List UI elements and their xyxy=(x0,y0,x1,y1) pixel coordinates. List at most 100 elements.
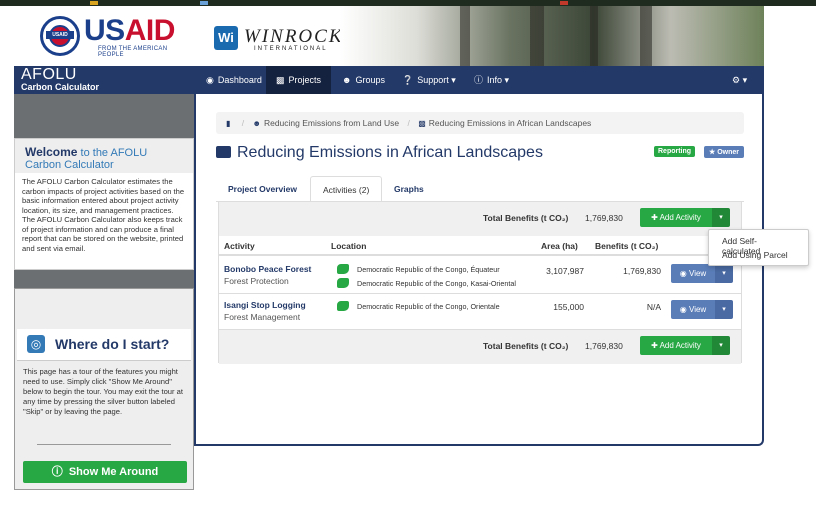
view-button[interactable]: ◉ View xyxy=(671,300,715,319)
table-header: Activity Location Area (ha) Benefits (t … xyxy=(219,236,741,256)
nav-label: Projects xyxy=(288,75,322,85)
strip-icon xyxy=(90,1,98,5)
dashboard-icon: ◉ xyxy=(206,75,214,85)
breadcrumb-program[interactable]: Reducing Emissions from Land Use xyxy=(264,118,399,128)
briefcase-icon: ▩ xyxy=(418,119,426,128)
total-row-top: Total Benefits (t CO₂) 1,769,830 ✚ Add A… xyxy=(219,202,741,236)
caret-down-icon: ▾ xyxy=(742,75,748,85)
location-text: Democratic Republic of the Congo, Kasai-… xyxy=(357,279,516,288)
users-icon: ☻ xyxy=(252,119,261,128)
nav-label: Groups xyxy=(355,75,385,85)
welcome-heading: Welcome to the AFOLU Carbon Calculator xyxy=(15,139,193,173)
winrock-name: WINROCK xyxy=(244,26,344,47)
tab-project-overview[interactable]: Project Overview xyxy=(216,176,309,202)
view-dropdown-toggle[interactable]: ▾ xyxy=(715,300,733,319)
forest-banner-image xyxy=(340,6,764,66)
view-label: View xyxy=(689,269,707,278)
activity-name-link[interactable]: Isangi Stop Logging xyxy=(224,300,306,310)
area-value: 3,107,987 xyxy=(546,266,584,276)
menu-item-add-self-calculated[interactable]: Add Self-calculated xyxy=(709,234,808,256)
tour-panel: ◎ Where do I start? This page has a tour… xyxy=(14,288,194,490)
add-activity-label: Add Activity xyxy=(659,341,701,350)
usaid-tagline: FROM THE AMERICAN PEOPLE xyxy=(98,46,168,58)
add-activity-dropdown-toggle[interactable]: ▾ xyxy=(712,208,730,227)
project-tabs: Project Overview Activities (2) Graphs xyxy=(216,176,744,202)
main-panel: ▮ / ☻ Reducing Emissions from Land Use / … xyxy=(194,94,764,446)
total-label: Total Benefits (t CO₂) xyxy=(483,341,569,351)
view-button[interactable]: ◉ View xyxy=(671,264,715,283)
welcome-bold: Welcome xyxy=(25,145,78,159)
app-title: AFOLU xyxy=(21,66,77,83)
header-benefits: Benefits (t CO₂) xyxy=(595,241,659,251)
table-row: Isangi Stop Logging Forest Management De… xyxy=(219,294,741,330)
app-subtitle: Carbon Calculator xyxy=(21,82,100,92)
lifebuoy-icon: ◎ xyxy=(27,335,45,353)
divider xyxy=(37,444,171,445)
strip-icon xyxy=(200,1,208,5)
activity-type: Forest Protection xyxy=(224,276,289,286)
briefcase-icon: ▩ xyxy=(276,75,285,85)
winrock-sub: INTERNATIONAL xyxy=(254,46,328,52)
tab-activities[interactable]: Activities (2) xyxy=(310,176,383,202)
welcome-panel: Welcome to the AFOLU Carbon Calculator T… xyxy=(14,138,194,270)
show-me-around-button[interactable]: ⓘ Show Me Around xyxy=(23,461,187,483)
view-dropdown-toggle[interactable]: ▾ xyxy=(715,264,733,283)
breadcrumb-project[interactable]: Reducing Emissions in African Landscapes xyxy=(429,118,592,128)
activity-name-link[interactable]: Bonobo Peace Forest xyxy=(224,264,311,274)
total-row-bottom: Total Benefits (t CO₂) 1,769,830 ✚ Add A… xyxy=(219,330,741,364)
caret-down-icon: ▾ xyxy=(719,342,723,349)
eye-icon: ◉ xyxy=(679,305,687,314)
main-navbar: ◉ Dashboard ▩ Projects ☻ Groups ❔ Support ▾ … xyxy=(194,66,764,94)
question-icon: ❔ xyxy=(402,75,414,85)
add-activity-menu: Add Self-calculated Add Using Parcel xyxy=(708,229,809,266)
area-value: 155,000 xyxy=(553,302,584,312)
bookmark-icon[interactable]: ▮ xyxy=(226,119,230,128)
nav-settings[interactable]: ⚙ ▾ xyxy=(722,66,757,94)
header-location: Location xyxy=(331,241,367,251)
nav-label: Dashboard xyxy=(217,75,262,85)
activities-table: Total Benefits (t CO₂) 1,769,830 ✚ Add A… xyxy=(218,201,742,364)
owner-badge: ★ Owner xyxy=(704,146,745,158)
usaid-seal-icon: USAID xyxy=(40,16,80,56)
usaid-wordmark: USAID xyxy=(84,14,175,47)
caret-down-icon: ▾ xyxy=(722,306,726,313)
tour-text: This page has a tour of the features you… xyxy=(23,367,183,416)
map-icon xyxy=(337,301,349,311)
table-row: Bonobo Peace Forest Forest Protection De… xyxy=(219,258,741,294)
tab-graphs[interactable]: Graphs xyxy=(382,176,436,202)
plus-icon: ✚ xyxy=(651,213,658,222)
nav-projects[interactable]: ▩ Projects xyxy=(266,66,332,94)
total-value: 1,769,830 xyxy=(585,341,623,351)
add-activity-button[interactable]: ✚ Add Activity xyxy=(640,336,712,355)
star-icon: ★ xyxy=(709,149,716,156)
activity-type: Forest Management xyxy=(224,312,301,322)
reporting-badge: Reporting xyxy=(654,146,696,157)
caret-down-icon: ▾ xyxy=(719,214,723,221)
nav-groups[interactable]: ☻ Groups xyxy=(332,66,395,94)
tour-heading: ◎ Where do I start? xyxy=(17,329,191,361)
map-icon xyxy=(337,264,349,274)
eye-icon: ◉ xyxy=(679,269,687,278)
breadcrumb: ▮ / ☻ Reducing Emissions from Land Use / … xyxy=(216,112,744,134)
nav-dashboard[interactable]: ◉ Dashboard xyxy=(196,66,272,94)
caret-down-icon: ▾ xyxy=(451,75,456,85)
welcome-text: The AFOLU Carbon Calculator estimates th… xyxy=(22,177,185,253)
users-icon: ☻ xyxy=(342,75,352,85)
app-title-bar: AFOLU Carbon Calculator xyxy=(14,66,194,94)
nav-label: Info xyxy=(487,75,503,85)
view-label: View xyxy=(689,305,707,314)
caret-down-icon: ▾ xyxy=(722,270,726,277)
add-activity-dropdown-toggle[interactable]: ▾ xyxy=(712,336,730,355)
info-icon: ⓘ xyxy=(474,75,484,85)
nav-label: Support xyxy=(417,75,449,85)
add-activity-button[interactable]: ✚ Add Activity xyxy=(640,208,712,227)
location-text: Democratic Republic of the Congo, Orient… xyxy=(357,302,500,311)
winrock-banner: Wi WINROCK INTERNATIONAL xyxy=(194,6,764,66)
page-title: Reducing Emissions in African Landscapes xyxy=(216,144,543,162)
briefcase-icon xyxy=(216,146,231,158)
menu-item-add-using-parcel[interactable]: Add Using Parcel xyxy=(709,248,808,262)
nav-support[interactable]: ❔ Support ▾ xyxy=(392,66,466,94)
info-icon: ⓘ xyxy=(51,466,63,478)
location-text: Democratic Republic of the Congo, Équate… xyxy=(357,265,500,274)
nav-info[interactable]: ⓘ Info ▾ xyxy=(464,66,519,94)
